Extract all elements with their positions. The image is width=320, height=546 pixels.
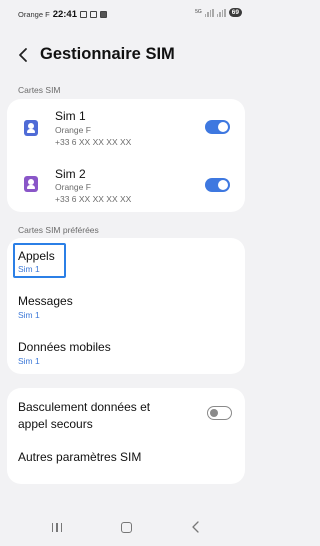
sim-number: +33 6 XX XX XX XX	[55, 194, 132, 204]
back-arrow-icon[interactable]	[16, 46, 32, 64]
network-type: 5G	[195, 9, 202, 15]
status-bar: Orange F 22:41 5G 69	[0, 0, 252, 26]
gallery-notification-icon	[100, 11, 107, 18]
signal-icon-sim2	[216, 8, 226, 17]
preferred-item-messages[interactable]: Messages Sim 1	[7, 284, 245, 328]
sim-name: Sim 2	[55, 167, 86, 181]
sim-carrier: Orange F	[55, 182, 91, 192]
sim-2-toggle[interactable]	[205, 178, 230, 192]
status-carrier: Orange F	[18, 10, 50, 19]
sim-row-1[interactable]: Sim 1 Orange F +33 6 XX XX XX XX	[7, 104, 245, 154]
more-sim-settings[interactable]: Autres paramètres SIM	[7, 440, 245, 484]
preferred-item-value: Sim 1	[18, 310, 40, 320]
sim-carrier: Orange F	[55, 125, 91, 135]
preferred-sim-card: Appels Sim 1 Messages Sim 1 Données mobi…	[7, 238, 245, 374]
more-sim-settings-label: Autres paramètres SIM	[18, 450, 142, 464]
app-header: Gestionnaire SIM	[0, 44, 252, 66]
recent-apps-icon[interactable]	[52, 523, 62, 532]
sim-1-icon	[24, 120, 38, 136]
signal-icon	[204, 8, 214, 17]
preferred-item-title: Appels	[18, 249, 55, 263]
notification-icon	[80, 11, 87, 18]
sim-row-2[interactable]: Sim 2 Orange F +33 6 XX XX XX XX	[7, 160, 245, 210]
sim-cards-card: Sim 1 Orange F +33 6 XX XX XX XX Sim 2 O…	[7, 99, 245, 212]
preferred-item-title: Messages	[18, 294, 73, 308]
backup-switch-row[interactable]: Basculement données et appel secours	[7, 388, 245, 440]
section-label-preferred: Cartes SIM préférées	[18, 225, 99, 235]
other-settings-card: Basculement données et appel secours Aut…	[7, 388, 245, 484]
preferred-item-title: Données mobiles	[18, 340, 111, 354]
home-icon[interactable]	[121, 522, 132, 533]
preferred-item-mobile-data[interactable]: Données mobiles Sim 1	[7, 330, 245, 374]
section-label-sim-cards: Cartes SIM	[18, 85, 61, 95]
backup-switch-label: Basculement données et appel secours	[18, 400, 151, 431]
navigation-bar	[0, 515, 252, 539]
status-time: 22:41	[52, 9, 77, 20]
sim-number: +33 6 XX XX XX XX	[55, 137, 132, 147]
page-title: Gestionnaire SIM	[40, 45, 175, 63]
preferred-item-value: Sim 1	[18, 264, 40, 274]
sim-2-icon	[24, 176, 38, 192]
nav-back-icon[interactable]	[191, 521, 201, 533]
battery-icon: 69	[228, 8, 242, 17]
sim-name: Sim 1	[55, 109, 86, 123]
camera-notification-icon	[90, 11, 97, 18]
sim-1-toggle[interactable]	[205, 120, 230, 134]
backup-switch-toggle[interactable]	[207, 406, 232, 420]
preferred-item-value: Sim 1	[18, 356, 40, 366]
preferred-item-calls[interactable]: Appels Sim 1	[7, 238, 245, 282]
